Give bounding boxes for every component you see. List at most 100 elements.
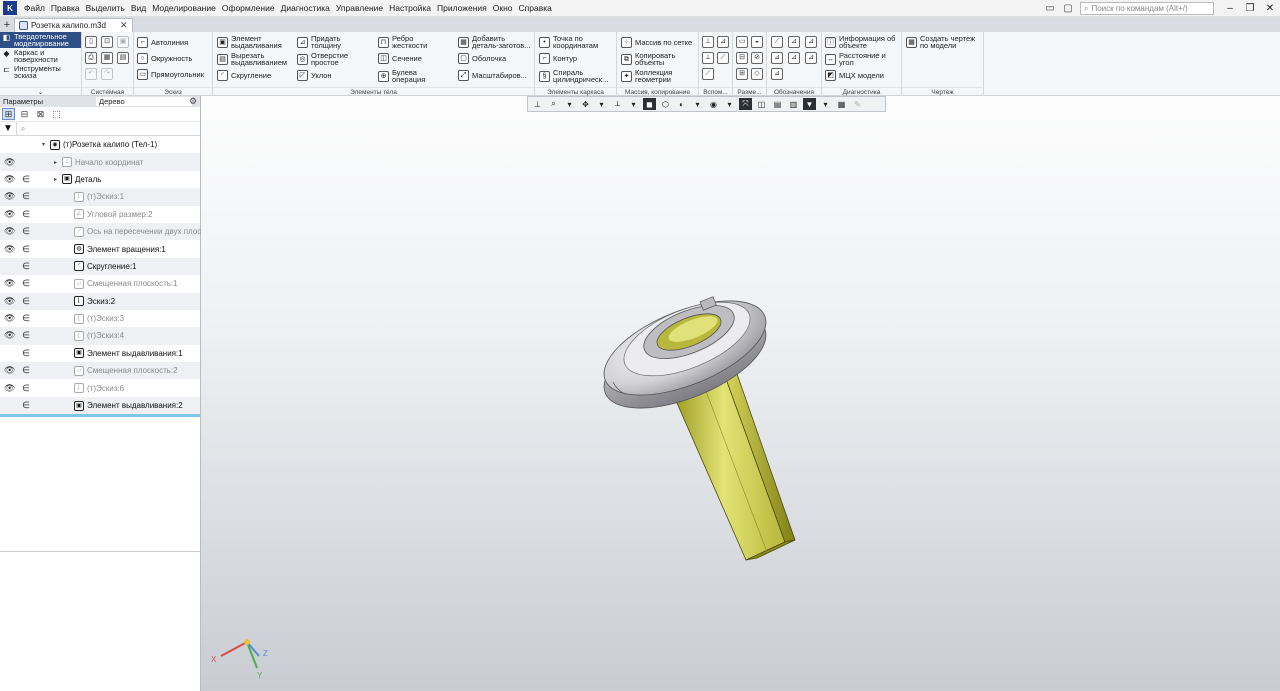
- model-3d[interactable]: [201, 96, 1280, 691]
- mode-collapse[interactable]: ⌄: [0, 87, 81, 96]
- visibility-eye-icon[interactable]: 👁: [4, 226, 15, 237]
- tree-row[interactable]: 👁 ∈ ⌊ (т)Эскиз:3: [0, 310, 200, 327]
- visibility-eye-icon[interactable]: 👁: [4, 191, 15, 202]
- tree-row[interactable]: 👁 ∈ ∠ Угловой размер:2: [0, 206, 200, 223]
- geometry-collection-button[interactable]: ✦ Коллекция геометрии: [621, 69, 672, 83]
- menu-item[interactable]: Управление: [333, 3, 386, 13]
- mode-wireframe-surfaces[interactable]: ◆ Каркас и поверхности: [0, 48, 81, 64]
- open-document-icon[interactable]: ⊡: [101, 36, 113, 48]
- rib-button[interactable]: ⊓ Ребро жесткости: [378, 35, 427, 49]
- scale-button[interactable]: ⤢ Масштабиров...: [458, 70, 527, 81]
- visibility-eye-icon[interactable]: 👁: [4, 174, 15, 185]
- tree-row[interactable]: ∈ ◜ Скругление:1: [0, 257, 200, 276]
- save-icon[interactable]: ▣: [117, 36, 129, 48]
- preview-icon[interactable]: ▦: [101, 52, 113, 64]
- new-document-icon[interactable]: ▯: [85, 36, 97, 48]
- visibility-eye-icon[interactable]: 👁: [4, 383, 15, 394]
- section-button[interactable]: ◫ Сечение: [378, 53, 422, 64]
- mass-properties-button[interactable]: ◩ МЦХ модели: [825, 70, 884, 81]
- tree-row[interactable]: ∈ ▣ Элемент выдавливания:2: [0, 396, 200, 415]
- menu-item[interactable]: Выделить: [83, 3, 128, 13]
- create-drawing-button[interactable]: ▦ Создать чертеж по модели: [906, 35, 975, 49]
- redo-icon[interactable]: ↷: [101, 68, 113, 80]
- aux-point-icon[interactable]: ⟂: [702, 52, 714, 64]
- gear-icon[interactable]: ⚙: [188, 96, 198, 106]
- weld-icon[interactable]: ⊿: [805, 52, 817, 64]
- filter-icon[interactable]: ▼: [2, 123, 14, 134]
- copy-objects-button[interactable]: ⧉ Копировать объекты: [621, 52, 675, 66]
- app-logo-icon[interactable]: K: [3, 1, 17, 15]
- text-annotation-icon[interactable]: ⊿: [771, 68, 783, 80]
- menu-item[interactable]: Вид: [128, 3, 149, 13]
- tree-history-icon[interactable]: ⊟: [18, 108, 31, 120]
- linear-dimension-icon[interactable]: ▭: [736, 36, 748, 48]
- cut-extrude-button[interactable]: ▤ Вырезать выдавливанием: [217, 52, 287, 66]
- tree-row[interactable]: 👁 ∈ ⌊ Эскиз:2: [0, 292, 200, 310]
- undo-icon[interactable]: ↶: [85, 68, 97, 80]
- circle-button[interactable]: ○ Окружность: [137, 53, 192, 64]
- tree-row[interactable]: 👁 ∈ ▱ Смещенная плоскость:1: [0, 275, 200, 292]
- dimension-tag-icon[interactable]: ◇: [751, 68, 763, 80]
- tree-row[interactable]: 👁 ∈ ⌊ (т)Эскиз:4: [0, 327, 200, 345]
- draft-button[interactable]: ◸ Уклон: [297, 70, 332, 81]
- chevron-right-icon[interactable]: ▸: [54, 176, 57, 183]
- mode-solid-modeling[interactable]: ◧ Твердотельное моделирование: [0, 32, 81, 48]
- radius-dimension-icon[interactable]: ⊟: [736, 52, 748, 64]
- tolerance-icon[interactable]: ⊿: [771, 52, 783, 64]
- tree-row[interactable]: 👁 ∈ ⌊ (т)Эскиз:1: [0, 188, 200, 206]
- visibility-eye-icon[interactable]: 👁: [4, 244, 15, 255]
- restore-button[interactable]: ❐: [1240, 0, 1260, 17]
- tree-row[interactable]: 👁 ∈ ▸ ▣ Деталь: [0, 171, 200, 188]
- tree-row[interactable]: 👁 ∈ ▱ Смещенная плоскость:2: [0, 362, 200, 380]
- menu-item[interactable]: Правка: [48, 3, 83, 13]
- add-part-button[interactable]: ▦ Добавить деталь-заготов...: [458, 35, 531, 49]
- print-icon[interactable]: ⎙: [85, 52, 97, 64]
- close-button[interactable]: ✕: [1260, 0, 1280, 17]
- grid-array-button[interactable]: ⁘ Массив по сетке: [621, 37, 692, 48]
- diameter-dimension-icon[interactable]: ⊘: [751, 52, 763, 64]
- tree-row[interactable]: ∈ ▣ Элемент выдавливания:1: [0, 345, 200, 362]
- visibility-eye-icon[interactable]: 👁: [4, 296, 15, 307]
- thickness-button[interactable]: ⊿ Придать толщину: [297, 35, 341, 49]
- autoline-button[interactable]: ⌐ Автолиния: [137, 37, 188, 48]
- distance-angle-button[interactable]: ↔ Расстояние и угол: [825, 52, 886, 66]
- shell-button[interactable]: ▢ Оболочка: [458, 53, 506, 64]
- tab-parameters[interactable]: Параметры: [0, 97, 96, 106]
- menu-item[interactable]: Справка: [516, 3, 555, 13]
- properties-icon[interactable]: ▤: [117, 52, 129, 64]
- new-tab-button[interactable]: +: [0, 18, 14, 32]
- menu-item[interactable]: Файл: [21, 3, 48, 13]
- mode-sketch-tools[interactable]: ⊏ Инструменты эскиза: [0, 64, 81, 80]
- tab-tree[interactable]: Дерево: [96, 97, 192, 106]
- boolean-button[interactable]: ⊕ Булева операция: [378, 69, 425, 83]
- document-tab[interactable]: Розетка калипо.m3d ✕: [14, 18, 133, 32]
- contour-button[interactable]: ⌐ Контур: [539, 53, 577, 64]
- tree-row[interactable]: 👁 ∈ ⌊ (т)Эскиз:6: [0, 379, 200, 396]
- close-tab-icon[interactable]: ✕: [120, 20, 128, 31]
- angle-dimension-icon[interactable]: ◒: [751, 36, 763, 48]
- tree-row[interactable]: ▾ ◉ (т)Розетка калипо (Тел-1): [0, 136, 200, 153]
- mark-icon[interactable]: ⊿: [788, 52, 800, 64]
- aux-curve-icon[interactable]: ⟋: [702, 68, 714, 80]
- menu-item[interactable]: Оформление: [219, 3, 278, 13]
- tree-row[interactable]: 👁 ∈ ◍ Элемент вращения:1: [0, 240, 200, 257]
- aux-line-icon[interactable]: ⟋: [717, 52, 729, 64]
- panel-splitter[interactable]: [0, 551, 200, 552]
- object-info-button[interactable]: ⓘ Информация об объекте: [825, 35, 895, 49]
- tree-row[interactable]: 👁 ▸ ⊥ Начало координат: [0, 153, 200, 171]
- minimize-button[interactable]: –: [1220, 0, 1240, 17]
- point-button[interactable]: • Точка по координатам: [539, 35, 598, 49]
- aux-axis-icon[interactable]: ⊿: [717, 36, 729, 48]
- spiral-button[interactable]: § Спираль цилиндрическ...: [539, 69, 608, 83]
- tree-components-icon[interactable]: ⊠: [34, 108, 47, 120]
- tree-row[interactable]: 👁 ∈ ⟋ Ось на пересечении двух плоскост: [0, 222, 217, 241]
- menu-item[interactable]: Диагностика: [278, 3, 333, 13]
- chevron-right-icon[interactable]: ▸: [54, 159, 57, 166]
- visibility-eye-icon[interactable]: 👁: [4, 157, 15, 168]
- visibility-eye-icon[interactable]: 👁: [4, 365, 15, 376]
- roughness-icon[interactable]: ⟋: [771, 36, 783, 48]
- extrude-button[interactable]: ▣ Элемент выдавливания: [217, 35, 282, 49]
- menu-item[interactable]: Приложения: [434, 3, 490, 13]
- tree-filter-view-icon[interactable]: ⬚: [50, 108, 63, 120]
- leader-icon[interactable]: ⊿: [805, 36, 817, 48]
